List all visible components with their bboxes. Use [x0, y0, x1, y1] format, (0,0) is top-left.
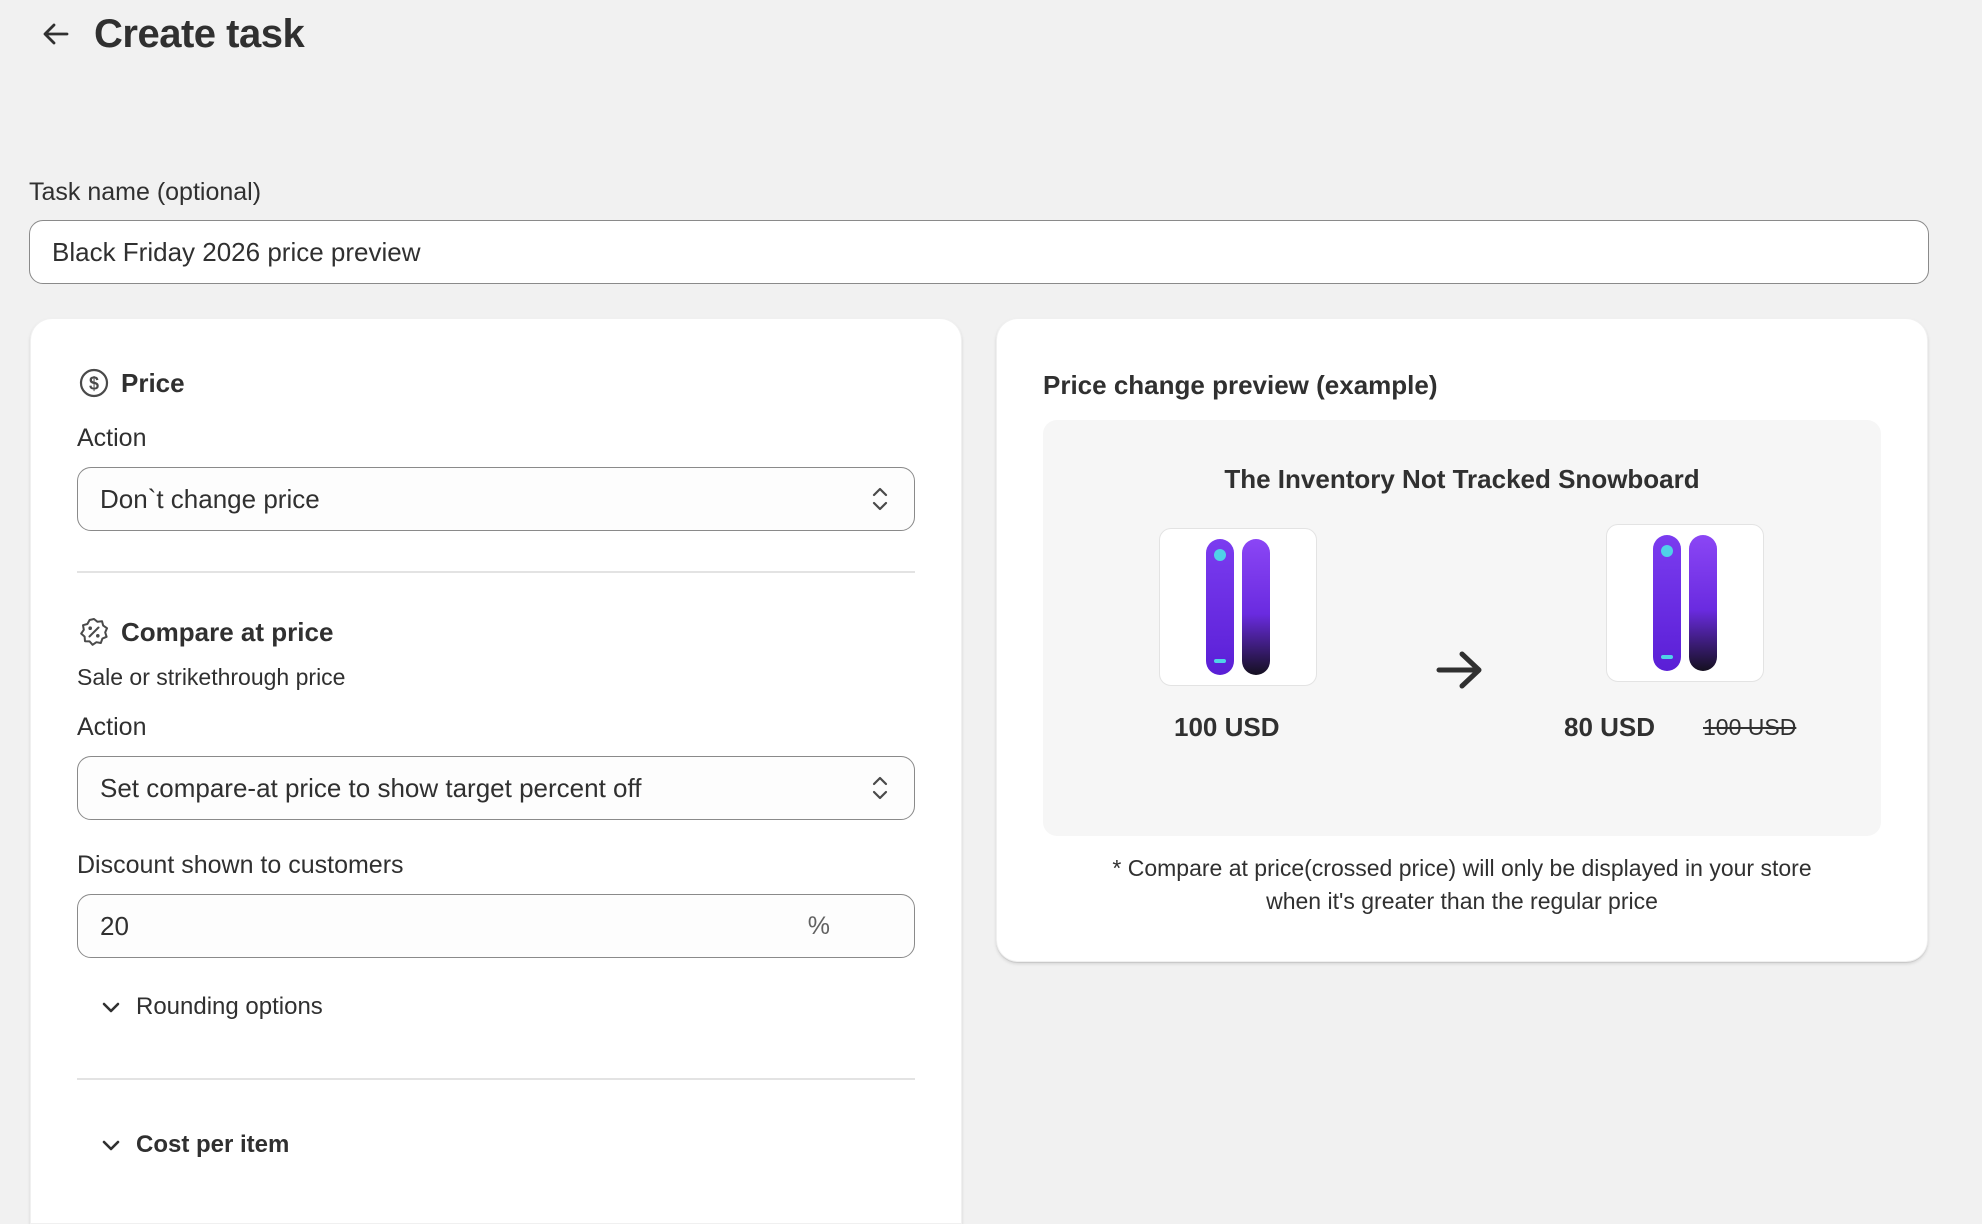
preview-note-line-1: * Compare at price(crossed price) will o… — [1112, 855, 1812, 881]
chevron-down-icon — [96, 992, 126, 1022]
price-action-select[interactable]: Don`t change price — [77, 467, 915, 531]
discount-badge-icon — [77, 615, 111, 649]
section-divider — [77, 571, 915, 573]
create-task-page: Create task Task name (optional) $ Price… — [0, 0, 1982, 1224]
select-chevrons-icon — [868, 483, 892, 515]
page-title: Create task — [94, 11, 305, 56]
task-name-input[interactable] — [29, 220, 1929, 284]
compare-action-select[interactable]: Set compare-at price to show target perc… — [77, 756, 915, 820]
before-price: 100 USD — [1174, 712, 1280, 742]
discount-value: 20 — [100, 910, 129, 941]
product-image-before — [1159, 528, 1317, 686]
snowboard-image — [1206, 539, 1270, 675]
dollar-circle-icon: $ — [77, 366, 111, 400]
discount-label: Discount shown to customers — [77, 851, 404, 879]
rounding-options-toggle[interactable]: Rounding options — [96, 992, 323, 1022]
preview-title: Price change preview (example) — [1043, 370, 1438, 400]
chevron-down-icon — [96, 1130, 126, 1160]
compare-action-value: Set compare-at price to show target perc… — [100, 772, 642, 803]
compare-section-title: Compare at price — [121, 616, 334, 647]
product-image-after — [1606, 524, 1764, 682]
select-chevrons-icon — [868, 772, 892, 804]
preview-note: * Compare at price(crossed price) will o… — [1043, 852, 1881, 918]
discount-suffix: % — [807, 911, 830, 940]
rounding-options-label: Rounding options — [136, 993, 323, 1020]
preview-box: The Inventory Not Tracked Snowboard 100 … — [1043, 420, 1881, 836]
arrow-right-icon — [1436, 651, 1482, 689]
preview-card: Price change preview (example) The Inven… — [996, 318, 1928, 962]
cost-per-item-label: Cost per item — [136, 1131, 290, 1158]
page-header: Create task — [36, 6, 305, 62]
after-price: 80 USD — [1564, 712, 1656, 742]
price-action-label: Action — [77, 424, 147, 452]
settings-card: $ Price Action Don`t change price Compar… — [30, 318, 962, 1224]
compare-at-price: 100 USD — [1703, 714, 1797, 740]
price-action-value: Don`t change price — [100, 483, 320, 514]
task-name-label: Task name (optional) — [29, 178, 262, 206]
compare-section-subtitle: Sale or strikethrough price — [77, 664, 346, 690]
compare-action-label: Action — [77, 713, 147, 741]
cost-per-item-toggle[interactable]: Cost per item — [96, 1130, 289, 1160]
preview-note-line-2: when it's greater than the regular price — [1266, 888, 1658, 914]
price-section-title: Price — [121, 367, 185, 398]
product-name: The Inventory Not Tracked Snowboard — [1224, 464, 1700, 494]
svg-text:$: $ — [89, 374, 99, 394]
price-section-header: $ Price — [77, 366, 185, 400]
discount-input[interactable]: 20 % — [77, 894, 915, 958]
compare-section-header: Compare at price — [77, 615, 333, 649]
back-button[interactable] — [36, 14, 76, 54]
arrow-left-icon — [43, 23, 69, 45]
section-divider — [77, 1078, 915, 1080]
snowboard-image — [1653, 535, 1717, 671]
